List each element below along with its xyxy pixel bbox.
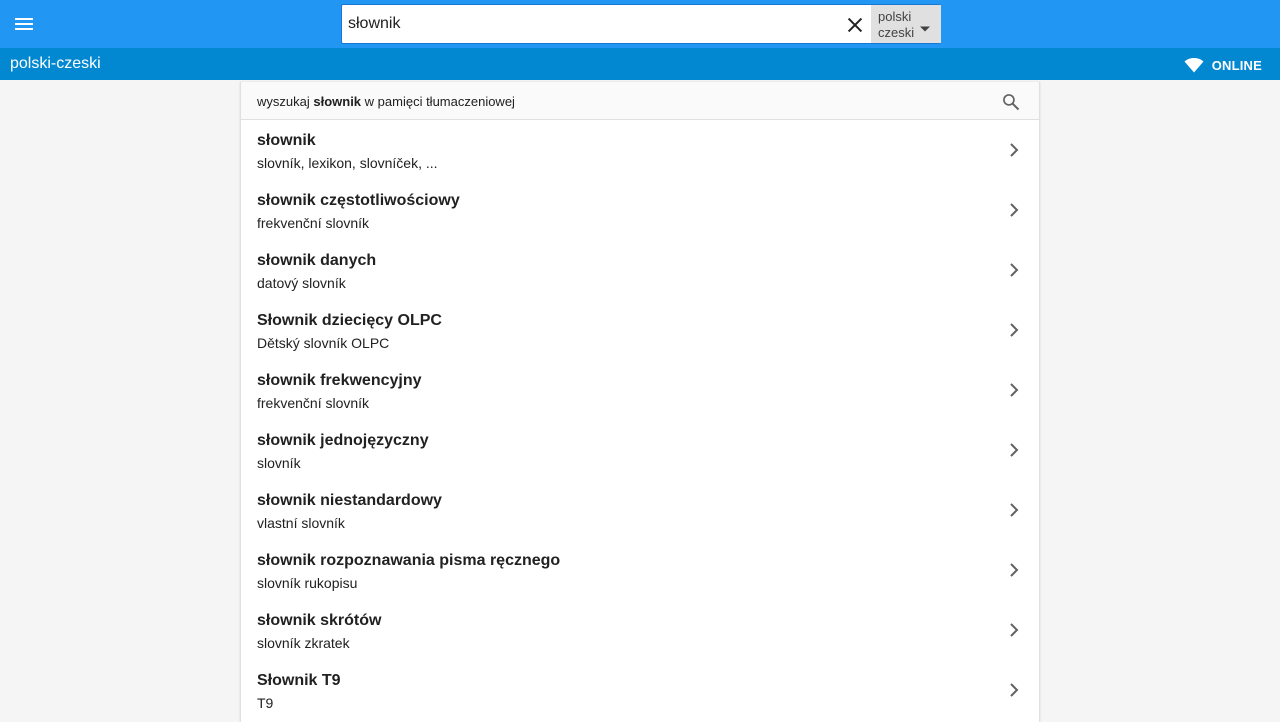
chevron-right-icon: [1009, 262, 1019, 283]
result-translation: frekvenční slovník: [257, 215, 370, 231]
status-label: ONLINE: [1211, 57, 1262, 73]
source-language-label: polski: [878, 9, 912, 24]
result-translation: Dětský slovník OLPC: [257, 335, 390, 351]
search-input[interactable]: [348, 5, 838, 43]
search-box: polski czeski: [341, 4, 941, 44]
tm-search-text: wyszukaj słownik w pamięci tłumaczeniowe…: [257, 94, 515, 109]
result-item[interactable]: słownik niestandardowy vlastní slovník: [241, 480, 1039, 540]
search-icon: [1001, 92, 1021, 117]
chevron-right-icon: [1009, 202, 1019, 223]
result-title: słownik niestandardowy: [257, 492, 442, 509]
result-item[interactable]: słownik danych datový slovník: [241, 240, 1039, 300]
menu-icon[interactable]: [12, 12, 36, 36]
language-pair-title: polski-czeski: [10, 55, 101, 72]
result-translation: slovník, lexikon, slovníček, ...: [257, 155, 438, 171]
target-language-label: czeski: [878, 25, 915, 40]
results-panel: wyszukaj słownik w pamięci tłumaczeniowe…: [240, 82, 1040, 722]
result-title: słownik danych: [257, 252, 377, 269]
result-item[interactable]: Słownik T9 T9: [241, 660, 1039, 720]
result-title: słownik frekwencyjny: [257, 372, 422, 389]
chevron-right-icon: [1009, 622, 1019, 643]
result-translation: datový slovník: [257, 275, 346, 291]
chevron-right-icon: [1009, 562, 1019, 583]
translation-memory-search[interactable]: wyszukaj słownik w pamięci tłumaczeniowe…: [241, 82, 1039, 120]
result-translation: slovník rukopisu: [257, 575, 358, 591]
chevron-right-icon: [1009, 442, 1019, 463]
result-title: słownik rozpoznawania pisma ręcznego: [257, 552, 561, 569]
chevron-right-icon: [1009, 382, 1019, 403]
result-title: słownik częstotliwościowy: [257, 192, 460, 209]
result-item[interactable]: słownik rozpoznawania pisma ręcznego slo…: [241, 540, 1039, 600]
chevron-right-icon: [1009, 682, 1019, 703]
result-title: Słownik dziecięcy OLPC: [257, 312, 442, 329]
result-item[interactable]: słownik skrótów slovník zkratek: [241, 600, 1039, 660]
result-item[interactable]: słownik frekwencyjny frekvenční slovník: [241, 360, 1039, 420]
result-title: Słownik T9: [257, 672, 341, 689]
chevron-right-icon: [1009, 502, 1019, 523]
connection-status[interactable]: ONLINE: [1184, 56, 1262, 74]
tm-search-term: słownik: [313, 94, 362, 109]
result-translation: vlastní slovník: [257, 515, 345, 531]
result-item[interactable]: słownik częstotliwościowy frekvenční slo…: [241, 180, 1039, 240]
result-translation: frekvenční slovník: [257, 395, 370, 411]
result-title: słownik skrótów: [257, 612, 382, 629]
chevron-right-icon: [1009, 142, 1019, 163]
results-list: słownik slovník, lexikon, slovníček, ...…: [241, 120, 1039, 720]
result-translation: slovník zkratek: [257, 635, 350, 651]
close-icon[interactable]: [844, 14, 866, 36]
result-translation: slovník: [257, 455, 301, 471]
top-app-bar: polski czeski: [0, 0, 1280, 48]
result-title: słownik jednojęzyczny: [257, 432, 429, 449]
wifi-icon: [1184, 58, 1204, 73]
result-item[interactable]: słownik slovník, lexikon, slovníček, ...: [241, 120, 1039, 180]
result-title: słownik: [257, 132, 316, 149]
chevron-right-icon: [1009, 322, 1019, 343]
result-item[interactable]: słownik jednojęzyczny slovník: [241, 420, 1039, 480]
language-select[interactable]: polski czeski: [871, 5, 941, 43]
language-pair-bar: polski-czeski ONLINE: [0, 48, 1280, 80]
result-item[interactable]: Słownik dziecięcy OLPC Dětský slovník OL…: [241, 300, 1039, 360]
result-translation: T9: [257, 695, 274, 711]
caret-down-icon: [919, 20, 931, 38]
